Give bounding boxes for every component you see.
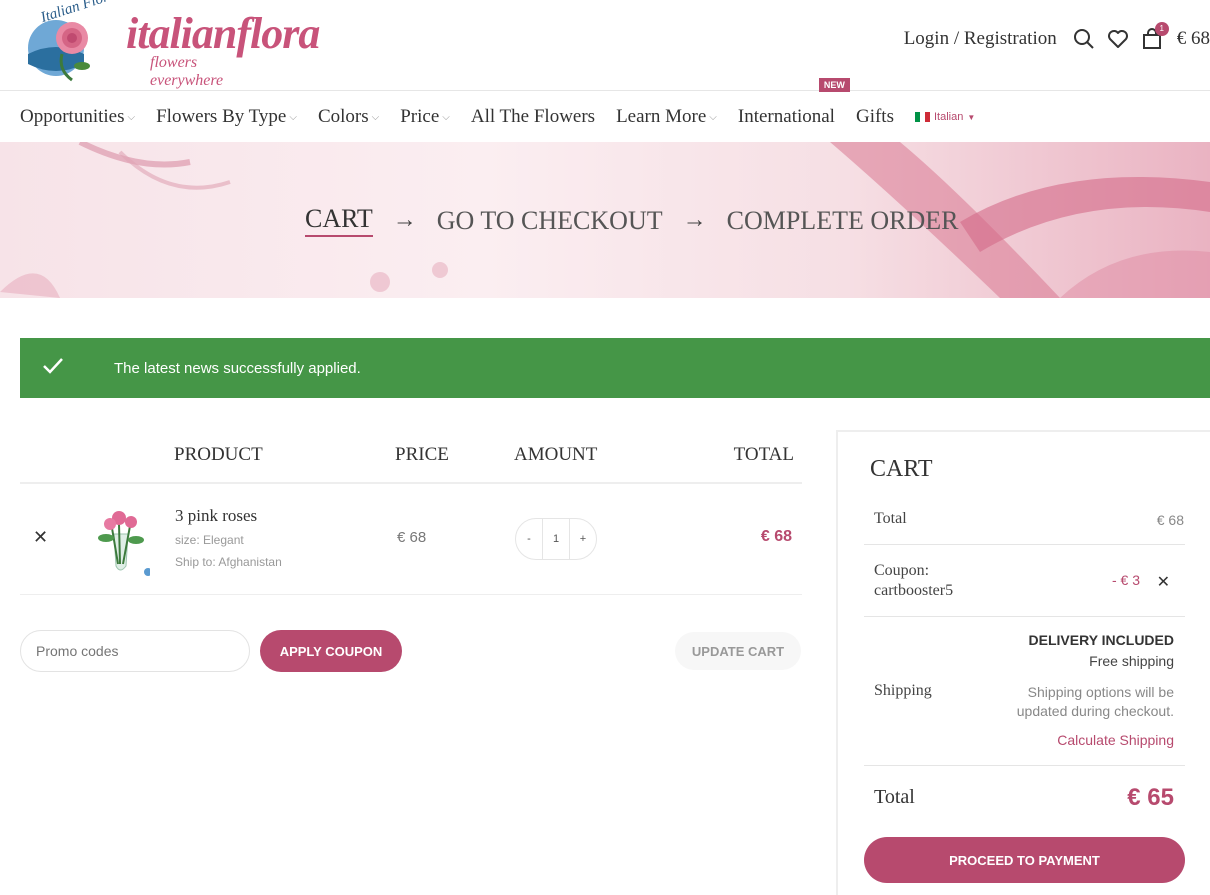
- header-cart-total[interactable]: € 68: [1177, 28, 1210, 50]
- coupon-discount: - € 3: [1111, 572, 1140, 588]
- shipping-label: Shipping: [874, 682, 932, 699]
- new-badge: NEW: [818, 78, 850, 92]
- totals-divider: [864, 616, 1185, 617]
- chevron-down-icon: ⌵: [709, 111, 717, 123]
- main-navigation: Opportunities ⌵ Flowers By Type ⌵ Colors ⌵ …: [0, 78, 1210, 142]
- success-notice: The latest news successfully applied.: [20, 338, 1210, 398]
- free-shipping: Free shipping: [1089, 653, 1174, 669]
- chevron-down-icon: ⌵: [442, 111, 450, 123]
- language-label: Italian: [933, 111, 964, 123]
- delivery-included: DELIVERY INCLUDED: [1028, 632, 1174, 648]
- apply-coupon-button[interactable]: APPLY COUPON: [260, 630, 402, 672]
- nav-item-price[interactable]: Price ⌵: [400, 106, 450, 128]
- qty-increase-button[interactable]: +: [570, 533, 596, 545]
- chevron-down-icon: ⌵: [127, 111, 136, 123]
- qty-input[interactable]: 1: [542, 518, 570, 560]
- nav-item-opportunities[interactable]: Opportunities ⌵: [20, 106, 135, 128]
- product-size: size: Elegant: [175, 533, 244, 547]
- step-arrow-icon: →: [682, 207, 707, 233]
- step-arrow-icon: →: [392, 207, 417, 233]
- nav-item-learn-more[interactable]: Learn More ⌵: [616, 106, 717, 128]
- col-header-amount: AMOUNT: [514, 444, 598, 465]
- product-ship-to: Ship to: Afghanistan: [175, 555, 282, 569]
- nav-label: All The Flowers: [470, 106, 596, 127]
- col-header-price: PRICE: [395, 444, 449, 465]
- checkout-steps: CART → GO TO CHECKOUT → COMPLETE ORDER: [305, 204, 958, 237]
- logo-wordmark: italianflora: [126, 9, 320, 58]
- notice-message: The latest news successfully applied.: [114, 359, 361, 377]
- cart-totals-panel: CART Total € 68 Coupon: cartbooster5 - €…: [836, 430, 1210, 895]
- italy-flag-icon: [914, 112, 930, 122]
- login-link[interactable]: Login / Registration: [904, 28, 1057, 50]
- wishlist-heart-icon[interactable]: [1107, 28, 1129, 50]
- language-selector[interactable]: Italian ▼: [914, 111, 976, 123]
- grand-total-value: € 65: [1127, 784, 1174, 811]
- chevron-down-icon: ⌵: [371, 111, 380, 123]
- totals-divider: [864, 544, 1185, 545]
- nav-label: Flowers By Type: [156, 106, 287, 127]
- coupon-code: cartbooster5: [874, 582, 954, 599]
- search-icon[interactable]: [1073, 28, 1095, 50]
- totals-divider: [864, 765, 1185, 766]
- nav-item-colors[interactable]: Colors ⌵: [318, 106, 379, 128]
- nav-label: International: [737, 106, 835, 127]
- quantity-stepper: - 1 +: [515, 518, 597, 560]
- chevron-down-icon: ⌵: [289, 111, 297, 123]
- product-name[interactable]: 3 pink roses: [175, 506, 257, 526]
- nav-item-international[interactable]: International NEW: [737, 78, 850, 128]
- remove-coupon-icon[interactable]: ✕: [1157, 572, 1170, 592]
- subtotal-label: Total: [874, 510, 907, 527]
- product-thumbnail[interactable]: [92, 504, 152, 576]
- site-header: Italian Flora italianflora flowers every…: [0, 0, 1210, 91]
- header-actions: Login / Registration 1 € 68: [904, 22, 1210, 54]
- grand-total-label: Total: [874, 786, 915, 808]
- proceed-to-payment-button[interactable]: PROCEED TO PAYMENT: [864, 837, 1185, 883]
- step-complete-order: COMPLETE ORDER: [726, 205, 959, 235]
- shopping-bag-icon[interactable]: 1: [1141, 22, 1169, 50]
- caret-down-icon: ▼: [967, 112, 976, 122]
- nav-label: Opportunities: [20, 106, 125, 127]
- col-header-total: TOTAL: [733, 444, 794, 465]
- nav-label: Colors: [317, 106, 369, 127]
- page-banner: CART → GO TO CHECKOUT → COMPLETE ORDER: [0, 142, 1210, 298]
- nav-item-gifts[interactable]: Gifts: [856, 106, 894, 128]
- col-header-product: PRODUCT: [174, 444, 263, 465]
- calculate-shipping-link[interactable]: Calculate Shipping: [1057, 732, 1174, 748]
- product-price: € 68: [397, 529, 427, 546]
- cart-count-badge: 1: [1154, 22, 1169, 36]
- totals-title: CART: [870, 456, 933, 482]
- row-divider: [20, 594, 802, 595]
- step-cart[interactable]: CART: [305, 204, 373, 237]
- table-header-divider: [20, 482, 802, 484]
- check-icon: [42, 355, 72, 381]
- update-cart-button[interactable]: UPDATE CART: [675, 632, 801, 670]
- qty-decrease-button[interactable]: -: [516, 533, 542, 545]
- step-checkout[interactable]: GO TO CHECKOUT: [437, 206, 663, 236]
- product-line-total: € 68: [760, 528, 792, 545]
- subtotal-value: € 68: [1156, 512, 1184, 528]
- nav-label: Gifts: [855, 106, 894, 127]
- nav-label: Learn More: [616, 106, 707, 127]
- nav-label: Price: [400, 106, 440, 127]
- coupon-label: Coupon:: [874, 562, 930, 579]
- shipping-note: Shipping options will be updated during …: [1016, 684, 1174, 719]
- logo-tagline: flowers everywhere: [150, 54, 224, 89]
- nav-item-flowers-by-type[interactable]: Flowers By Type ⌵: [156, 106, 297, 128]
- remove-item-icon[interactable]: ✕: [33, 527, 48, 548]
- promo-code-input[interactable]: [20, 630, 250, 672]
- site-logo[interactable]: Italian Flora italianflora flowers every…: [22, 0, 320, 89]
- nav-item-all-flowers[interactable]: All The Flowers: [471, 106, 595, 128]
